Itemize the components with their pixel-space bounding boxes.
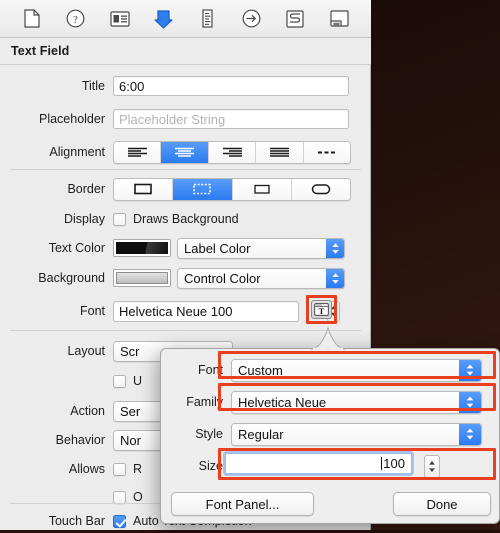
placeholder-label: Placeholder [38, 112, 105, 126]
page-title: Text Field [11, 44, 70, 58]
row-background: Background Control Color [0, 266, 371, 290]
view-effects-inspector-icon[interactable] [328, 8, 350, 30]
background-color-value: Control Color [184, 270, 261, 286]
layout-value: Scr [120, 343, 140, 359]
uses-single-line-checkbox[interactable] [113, 374, 126, 388]
align-natural-option[interactable] [303, 141, 350, 163]
chevron-updown-icon [326, 268, 344, 288]
touch-bar-label: Touch Bar [48, 514, 105, 528]
font-panel-button[interactable]: Font Panel... [171, 492, 314, 516]
text-color-swatch[interactable] [113, 239, 171, 257]
border-rounded-option[interactable] [291, 178, 350, 200]
quick-help-inspector-icon[interactable]: ? [65, 8, 87, 30]
row-border: Border [0, 177, 371, 201]
font-label: Font [79, 304, 105, 318]
align-justify-option[interactable] [256, 141, 304, 163]
behavior-label: Behavior [55, 433, 105, 447]
behavior-value: Nor [120, 432, 141, 448]
border-line-option[interactable] [173, 178, 233, 200]
display-label: Display [64, 212, 105, 226]
svg-text:?: ? [73, 14, 78, 26]
popover-row-style: Style Regular [171, 422, 491, 446]
popover-style-popup[interactable]: Regular [231, 422, 482, 446]
bindings-inspector-icon[interactable] [284, 8, 306, 30]
allows-first-label: R [133, 462, 143, 476]
background-color-popup[interactable]: Control Color [177, 267, 345, 289]
row-alignment: Alignment [0, 140, 371, 164]
identity-inspector-icon[interactable] [109, 8, 131, 30]
title-label: Title [81, 79, 105, 93]
auto-text-completion-checkbox[interactable] [113, 514, 126, 528]
allows-first-checkbox[interactable] [113, 462, 126, 476]
popover-style-value: Regular [238, 426, 284, 442]
row-placeholder: Placeholder Placeholder String [0, 107, 371, 131]
divider [10, 330, 361, 331]
background-label: Background [38, 271, 105, 285]
border-label: Border [67, 182, 105, 196]
align-right-option[interactable] [208, 141, 257, 163]
section-header: Text Field [0, 38, 371, 65]
attributes-inspector-icon[interactable] [153, 8, 175, 30]
alignment-segmented-control[interactable] [113, 140, 351, 164]
alignment-label: Alignment [49, 145, 105, 159]
draws-background-label: Draws Background [133, 212, 239, 226]
placeholder-input[interactable]: Placeholder String [113, 109, 349, 129]
done-button[interactable]: Done [393, 492, 491, 516]
background-color-swatch[interactable] [113, 269, 171, 287]
family-row-highlight-box [218, 383, 496, 411]
allows-second-label: O [133, 490, 143, 504]
border-segmented-control[interactable] [113, 177, 351, 201]
action-label: Action [70, 404, 105, 418]
layout-label: Layout [67, 344, 105, 358]
allows-label: Allows [68, 462, 105, 476]
text-color-value: Label Color [184, 240, 251, 256]
row-display: Display Draws Background [0, 207, 371, 231]
size-inspector-icon[interactable] [196, 8, 218, 30]
font-button-highlight-box [306, 295, 337, 324]
title-input[interactable]: 6:00 [113, 76, 349, 96]
row-title: Title 6:00 [0, 74, 371, 98]
align-center-option[interactable] [161, 141, 209, 163]
border-none-option[interactable] [114, 178, 174, 200]
border-bezel-option[interactable] [232, 178, 292, 200]
popover-style-label: Style [195, 427, 223, 441]
allows-second-checkbox[interactable] [113, 490, 126, 504]
row-text-color: Text Color Label Color [0, 236, 371, 260]
popover-tail [310, 326, 346, 351]
size-row-highlight-box [218, 448, 496, 480]
font-row-highlight-box [218, 351, 496, 379]
text-color-label: Text Color [48, 241, 105, 255]
file-inspector-icon[interactable] [21, 8, 43, 30]
inspector-toolbar: ? [0, 0, 371, 38]
action-value: Ser [120, 403, 141, 419]
connections-inspector-icon[interactable] [240, 8, 262, 30]
text-color-popup[interactable]: Label Color [177, 237, 345, 259]
divider [10, 169, 361, 170]
draws-background-checkbox[interactable] [113, 212, 126, 226]
align-left-option[interactable] [114, 141, 162, 163]
chevron-updown-icon [459, 423, 481, 445]
font-value-input[interactable]: Helvetica Neue 100 [113, 300, 299, 322]
chevron-updown-icon [326, 238, 344, 258]
uses-single-line-label: U [133, 374, 143, 388]
